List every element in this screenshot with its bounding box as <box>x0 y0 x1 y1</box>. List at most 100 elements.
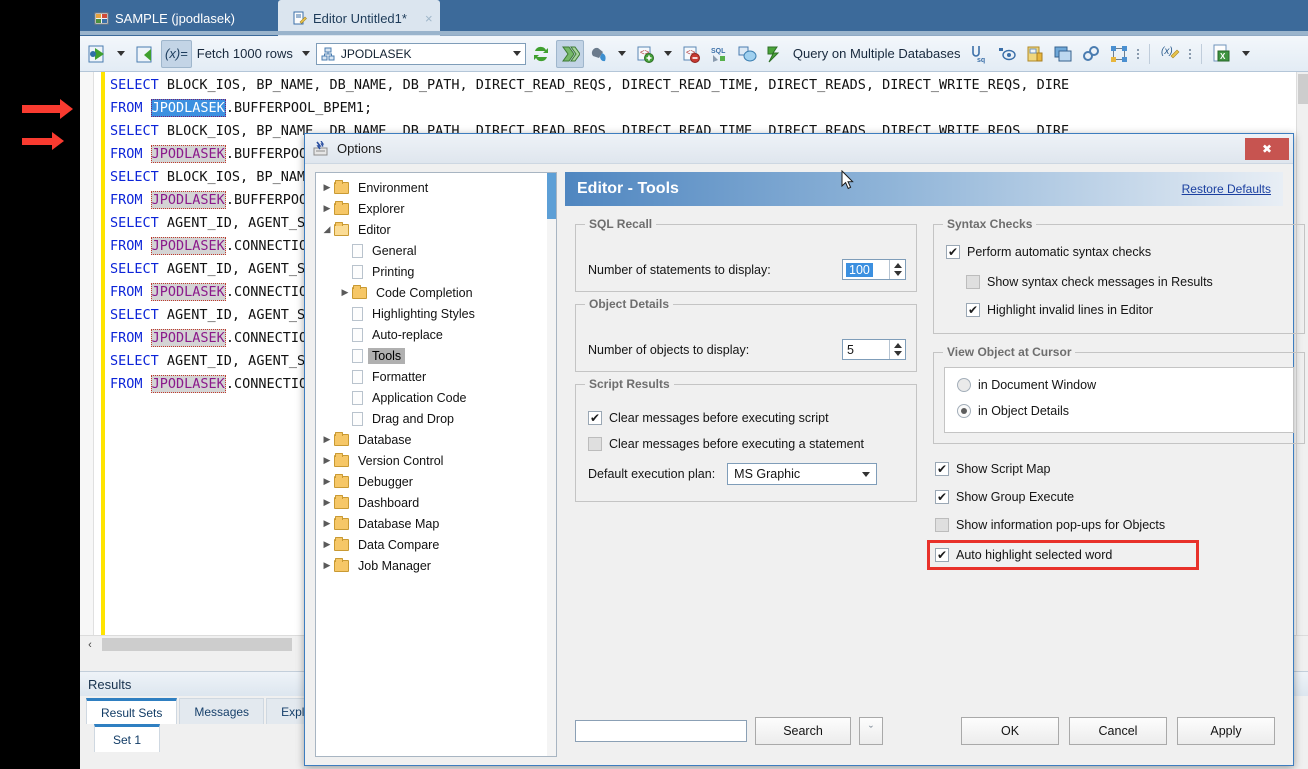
fetch-rows-label[interactable]: Fetch 1000 rows <box>194 46 296 61</box>
format-caret[interactable] <box>617 51 626 56</box>
clear-messages-statement-row[interactable]: Clear messages before executing a statem… <box>588 437 864 451</box>
options-tree[interactable]: ▶ Environment ▶ Explorer ◢ Editor General Print… <box>315 172 557 757</box>
db-object-button[interactable] <box>1022 40 1048 68</box>
tab-messages[interactable]: Messages <box>179 698 265 724</box>
statements-to-display-value[interactable]: 100 <box>846 262 873 277</box>
toolbar-overflow-1[interactable] <box>1137 44 1140 64</box>
apply-button[interactable]: Apply <box>1177 717 1275 745</box>
tree-item-job-manager[interactable]: ▶ Job Manager <box>316 555 556 576</box>
format-button[interactable] <box>586 40 612 68</box>
run-to-cursor-button[interactable] <box>131 40 159 68</box>
visual-explain-button[interactable] <box>994 40 1020 68</box>
show-info-popups-checkbox[interactable] <box>935 518 949 532</box>
restore-defaults-link[interactable]: Restore Defaults <box>1182 182 1271 196</box>
view-in-object-details-row[interactable]: in Object Details <box>957 404 1069 418</box>
expander-icon[interactable]: ▶ <box>320 434 334 445</box>
cancel-button[interactable]: Cancel <box>1069 717 1167 745</box>
sql-assist-button[interactable]: SQL <box>706 40 732 68</box>
show-group-execute-checkbox[interactable] <box>935 490 949 504</box>
add-comment-button[interactable]: <> <box>632 40 658 68</box>
tree-item-drag-and-drop[interactable]: Drag and Drop <box>316 408 556 429</box>
export-excel-button[interactable]: X <box>1208 40 1236 68</box>
scroll-left-arrow[interactable]: ‹ <box>80 636 100 653</box>
tree-item-printing[interactable]: Printing <box>316 261 556 282</box>
expander-icon[interactable]: ▶ <box>320 476 334 487</box>
highlighted-identifier[interactable]: JPODLASEK <box>150 283 226 301</box>
clear-messages-script-checkbox[interactable] <box>588 411 602 425</box>
close-icon[interactable]: × <box>425 11 433 26</box>
query-multiple-databases-button[interactable] <box>762 40 788 68</box>
show-syntax-messages-row[interactable]: Show syntax check messages in Results <box>966 275 1213 289</box>
tree-item-debugger[interactable]: ▶ Debugger <box>316 471 556 492</box>
expander-icon[interactable]: ▶ <box>320 497 334 508</box>
default-execution-plan-dropdown[interactable]: MS Graphic <box>727 463 878 485</box>
tree-item-general[interactable]: General <box>316 240 556 261</box>
scrollbar-thumb[interactable] <box>547 173 556 219</box>
query-multiple-databases-label[interactable]: Query on Multiple Databases <box>790 46 964 61</box>
expander-icon[interactable]: ▶ <box>320 518 334 529</box>
expander-icon[interactable]: ▶ <box>320 455 334 466</box>
spinner-down-icon[interactable] <box>893 351 902 356</box>
search-input[interactable] <box>575 720 747 742</box>
spinner-buttons[interactable] <box>889 340 905 359</box>
highlighted-identifier[interactable]: JPODLASEK <box>150 329 226 347</box>
show-info-popups-row[interactable]: Show information pop-ups for Objects <box>935 518 1165 532</box>
variables-button[interactable]: (x)= <box>161 39 192 68</box>
tree-item-code-completion[interactable]: ▶ Code Completion <box>316 282 556 303</box>
clear-messages-script-row[interactable]: Clear messages before executing script <box>588 411 829 425</box>
dialog-close-button[interactable]: ✖ <box>1245 138 1289 160</box>
tree-item-editor[interactable]: ◢ Editor <box>316 219 556 240</box>
tree-item-database-map[interactable]: ▶ Database Map <box>316 513 556 534</box>
highlighted-identifier[interactable]: JPODLASEK <box>150 237 226 255</box>
tree-item-version-control[interactable]: ▶ Version Control <box>316 450 556 471</box>
expander-icon[interactable]: ▶ <box>320 203 334 214</box>
run-script-dropdown-caret[interactable] <box>117 51 125 56</box>
show-script-map-checkbox[interactable] <box>935 462 949 476</box>
objects-to-display-value[interactable]: 5 <box>843 343 854 357</box>
scrollbar-thumb[interactable] <box>102 638 292 651</box>
tree-item-application-code[interactable]: Application Code <box>316 387 556 408</box>
expander-icon[interactable]: ▶ <box>320 560 334 571</box>
sql-history-button[interactable]: sq <box>966 40 992 68</box>
export-caret[interactable] <box>1241 51 1250 56</box>
tree-item-dashboard[interactable]: ▶ Dashboard <box>316 492 556 513</box>
search-button[interactable]: Search <box>755 717 851 745</box>
spinner-up-icon[interactable] <box>893 263 902 268</box>
scrollbar-thumb[interactable] <box>1298 74 1308 104</box>
objects-to-display-spinner[interactable]: 5 <box>842 339 906 360</box>
highlighted-identifier[interactable]: JPODLASEK <box>150 99 226 117</box>
highlight-invalid-lines-checkbox[interactable] <box>966 303 980 317</box>
tree-item-database[interactable]: ▶ Database <box>316 429 556 450</box>
dialog-title-bar[interactable]: Options ✖ <box>305 134 1293 164</box>
tab-sample-connection[interactable]: SAMPLE (jpodlasek) <box>80 0 278 36</box>
highlighted-identifier[interactable]: JPODLASEK <box>150 191 226 209</box>
fetch-rows-caret[interactable] <box>301 51 310 56</box>
ok-button[interactable]: OK <box>961 717 1059 745</box>
spinner-up-icon[interactable] <box>893 343 902 348</box>
view-in-document-window-radio[interactable] <box>957 378 971 392</box>
chevron-down-icon[interactable] <box>512 51 521 56</box>
highlighted-identifier[interactable]: JPODLASEK <box>150 375 226 393</box>
perform-auto-syntax-row[interactable]: Perform automatic syntax checks <box>946 245 1151 259</box>
expander-icon[interactable]: ▶ <box>320 182 334 193</box>
view-in-object-details-radio[interactable] <box>957 404 971 418</box>
highlight-invalid-lines-row[interactable]: Highlight invalid lines in Editor <box>966 303 1153 317</box>
tree-item-auto-replace[interactable]: Auto-replace <box>316 324 556 345</box>
clear-messages-statement-checkbox[interactable] <box>588 437 602 451</box>
tree-item-tools[interactable]: Tools <box>316 345 556 366</box>
tree-item-highlighting-styles[interactable]: Highlighting Styles <box>316 303 556 324</box>
explain-button[interactable] <box>734 40 760 68</box>
tab-result-sets[interactable]: Result Sets <box>86 698 178 724</box>
show-script-map-row[interactable]: Show Script Map <box>935 462 1050 476</box>
view-in-document-window-row[interactable]: in Document Window <box>957 378 1096 392</box>
tree-item-environment[interactable]: ▶ Environment <box>316 177 556 198</box>
tab-editor-untitled1[interactable]: Editor Untitled1* × <box>278 0 440 36</box>
perform-auto-syntax-checkbox[interactable] <box>946 245 960 259</box>
tree-item-data-compare[interactable]: ▶ Data Compare <box>316 534 556 555</box>
search-expand-button[interactable]: ˇ <box>859 717 883 745</box>
statements-to-display-spinner[interactable]: 100 <box>842 259 906 280</box>
chevron-down-icon[interactable] <box>862 471 871 477</box>
show-syntax-messages-checkbox[interactable] <box>966 275 980 289</box>
toolbar-overflow-2[interactable] <box>1189 44 1192 64</box>
link-button[interactable] <box>1078 40 1104 68</box>
